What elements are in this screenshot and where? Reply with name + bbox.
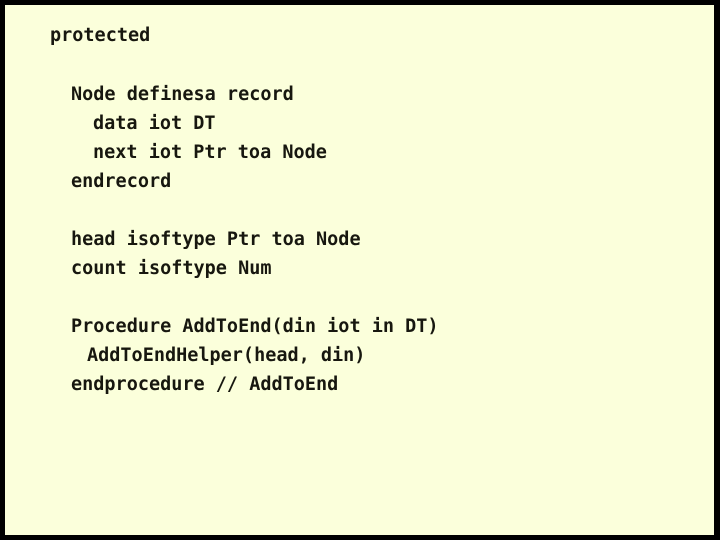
pseudocode-block: protected Node definesa record data iot … (5, 5, 714, 535)
code-line-node-record-declaration: Node definesa record (71, 84, 294, 105)
access-modifier-heading: protected (50, 25, 151, 46)
slide-frame: protected Node definesa record data iot … (0, 0, 720, 540)
slide-canvas: protected Node definesa record data iot … (5, 5, 714, 535)
code-line-addtoendhelper-call: AddToEndHelper(head, din) (87, 345, 366, 366)
code-line-endrecord: endrecord (71, 171, 172, 192)
code-line-next-field: next iot Ptr toa Node (93, 142, 327, 163)
code-line-data-field: data iot DT (93, 113, 216, 134)
code-line-procedure-addtoend-signature: Procedure AddToEnd(din iot in DT) (71, 316, 439, 337)
code-line-count-declaration: count isoftype Num (71, 258, 272, 279)
code-line-head-declaration: head isoftype Ptr toa Node (71, 229, 361, 250)
code-line-endprocedure: endprocedure // AddToEnd (71, 374, 339, 395)
